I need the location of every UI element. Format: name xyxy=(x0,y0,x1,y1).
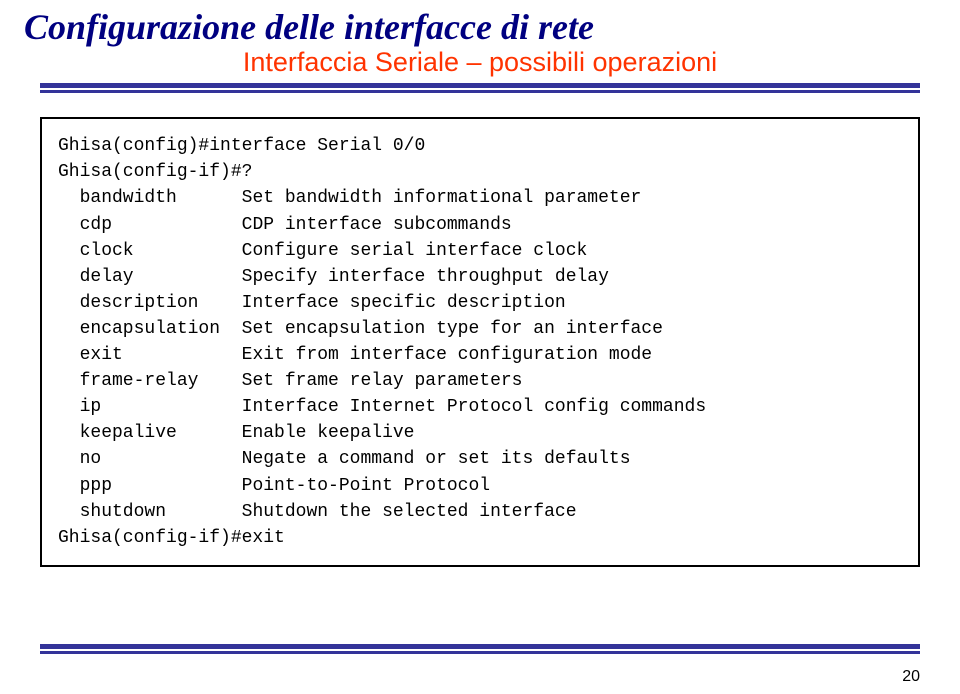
desc: Point-to-Point Protocol xyxy=(242,476,490,496)
cmd: description xyxy=(58,293,242,313)
cmd: frame-relay xyxy=(58,371,242,391)
cmd: no xyxy=(58,449,242,469)
cmd: delay xyxy=(58,267,242,287)
desc: Shutdown the selected interface xyxy=(242,502,577,522)
terminal-line: clock Configure serial interface clock xyxy=(58,238,902,264)
terminal-line: description Interface specific descripti… xyxy=(58,290,902,316)
terminal-line: exit Exit from interface configuration m… xyxy=(58,342,902,368)
cmd: ip xyxy=(58,397,242,417)
terminal-line: no Negate a command or set its defaults xyxy=(58,446,902,472)
desc: Interface specific description xyxy=(242,293,566,313)
cmd: clock xyxy=(58,241,242,261)
terminal-line: cdp CDP interface subcommands xyxy=(58,212,902,238)
cmd: ppp xyxy=(58,476,242,496)
terminal-line: Ghisa(config-if)#exit xyxy=(58,525,902,551)
cmd: shutdown xyxy=(58,502,242,522)
desc: Set encapsulation type for an interface xyxy=(242,319,663,339)
header-rule xyxy=(0,81,960,93)
slide: Configurazione delle interfacce di rete … xyxy=(0,0,960,694)
cmd: keepalive xyxy=(58,423,242,443)
terminal-line: delay Specify interface throughput delay xyxy=(58,264,902,290)
cmd: bandwidth xyxy=(58,188,242,208)
header-rule-top xyxy=(40,83,920,88)
desc: Exit from interface configuration mode xyxy=(242,345,652,365)
terminal-line: bandwidth Set bandwidth informational pa… xyxy=(58,185,902,211)
desc: Negate a command or set its defaults xyxy=(242,449,631,469)
footer-rule xyxy=(40,644,920,654)
terminal-line: Ghisa(config-if)#? xyxy=(58,159,902,185)
cmd: cdp xyxy=(58,215,242,235)
terminal-line: shutdown Shutdown the selected interface xyxy=(58,499,902,525)
footer-rule-bottom xyxy=(40,651,920,654)
cmd: exit xyxy=(58,345,242,365)
cmd: encapsulation xyxy=(58,319,242,339)
footer-rule-top xyxy=(40,644,920,649)
terminal-line: ip Interface Internet Protocol config co… xyxy=(58,394,902,420)
page-number: 20 xyxy=(902,668,920,686)
desc: Specify interface throughput delay xyxy=(242,267,609,287)
desc: Set bandwidth informational parameter xyxy=(242,188,642,208)
desc: CDP interface subcommands xyxy=(242,215,512,235)
page-title: Configurazione delle interfacce di rete xyxy=(0,0,960,48)
desc: Set frame relay parameters xyxy=(242,371,523,391)
terminal-line: Ghisa(config)#interface Serial 0/0 xyxy=(58,133,902,159)
terminal-line: frame-relay Set frame relay parameters xyxy=(58,368,902,394)
header-rule-bottom xyxy=(40,90,920,93)
desc: Enable keepalive xyxy=(242,423,415,443)
terminal-line: ppp Point-to-Point Protocol xyxy=(58,473,902,499)
terminal-line: keepalive Enable keepalive xyxy=(58,420,902,446)
page-subtitle: Interfaccia Seriale – possibili operazio… xyxy=(0,48,960,82)
terminal-line: encapsulation Set encapsulation type for… xyxy=(58,316,902,342)
terminal-box: Ghisa(config)#interface Serial 0/0 Ghisa… xyxy=(40,117,920,567)
desc: Configure serial interface clock xyxy=(242,241,588,261)
desc: Interface Internet Protocol config comma… xyxy=(242,397,706,417)
